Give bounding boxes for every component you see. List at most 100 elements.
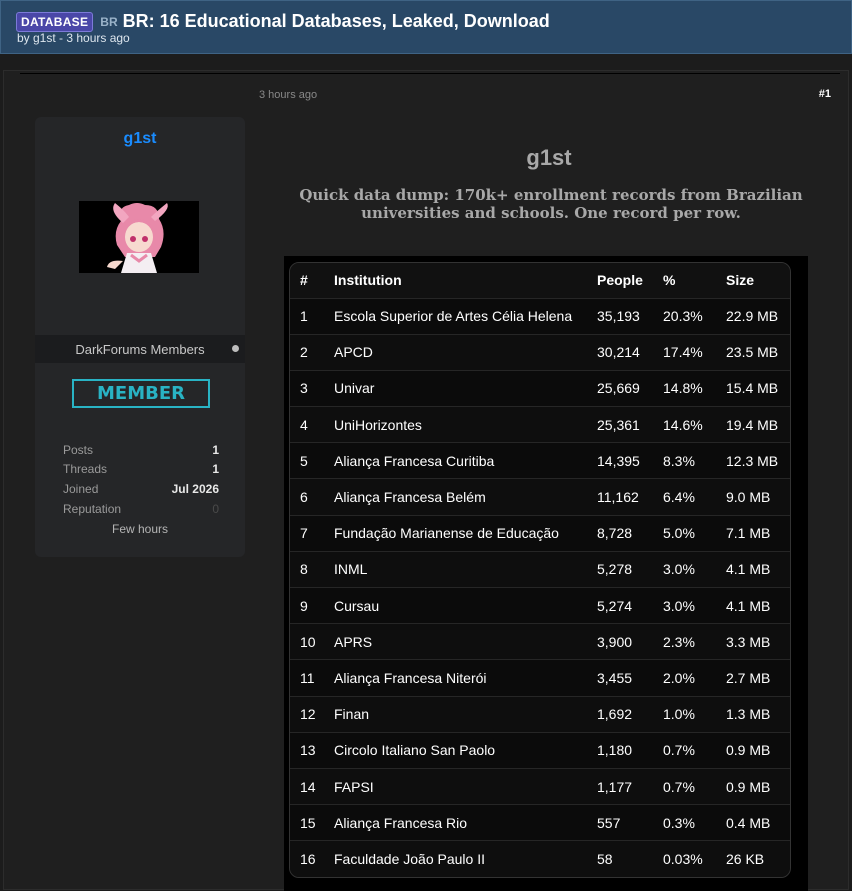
table-row: 5 Aliança Francesa Curitiba 14,395 8.3% 12.3…	[290, 442, 790, 479]
cell-institution: Aliança Francesa Rio	[324, 804, 587, 841]
cell-people: 3,455	[587, 659, 653, 697]
cell-percent: 8.3%	[653, 442, 716, 479]
col-header-size: Size	[716, 263, 790, 298]
table-row: 15 Aliança Francesa Rio 557 0.3% 0.4 MB	[290, 804, 790, 841]
cell-number: 2	[290, 333, 324, 371]
user-group: DarkForums Members	[75, 342, 205, 357]
last-seen: Few hours	[111, 522, 169, 536]
avatar[interactable]	[79, 201, 199, 273]
table-row: 4 UniHorizontes 25,361 14.6% 19.4 MB	[290, 406, 790, 443]
table-row: 11 Aliança Francesa Niterói 3,455 2.0% 2.7 M…	[290, 659, 790, 697]
stat-value: Jul 2026	[171, 482, 219, 496]
stat-threads: Threads 1	[63, 462, 219, 476]
post-heading: g1st	[526, 145, 572, 170]
cell-people: 30,214	[587, 333, 653, 371]
cell-people: 25,669	[587, 369, 653, 407]
cell-number: 16	[290, 840, 324, 877]
author-card: g1st DarkForums Members MEMBER Posts 1 T…	[35, 117, 245, 557]
cell-size: 23.5 MB	[716, 333, 790, 371]
cell-size: 1.3 MB	[716, 695, 790, 733]
cell-number: 7	[290, 514, 324, 552]
table-row: 9 Cursau 5,274 3.0% 4.1 MB	[290, 586, 790, 624]
cell-number: 13	[290, 731, 324, 769]
cell-people: 14,395	[587, 442, 653, 479]
stat-reputation: Reputation 0	[63, 502, 219, 516]
cell-institution: Cursau	[324, 586, 587, 624]
table-row: 10 APRS 3,900 2.3% 3.3 MB	[290, 623, 790, 660]
stat-value[interactable]: 1	[212, 462, 219, 476]
cell-size: 4.1 MB	[716, 586, 790, 624]
table-row: 16 Faculdade João Paulo II 58 0.03% 26 KB	[290, 840, 790, 877]
cell-percent: 5.0%	[653, 514, 716, 552]
cell-institution: INML	[324, 550, 587, 588]
table-row: 3 Univar 25,669 14.8% 15.4 MB	[290, 369, 790, 407]
cell-size: 0.9 MB	[716, 731, 790, 769]
thread-byline: by g1st - 3 hours ago	[17, 31, 130, 45]
post-description: Quick data dump: 170k+ enrollment record…	[299, 186, 803, 222]
cell-number: 15	[290, 804, 324, 841]
thread-header: DATABASE BR BR: 16 Educational Databases…	[0, 0, 852, 54]
stat-joined: Joined Jul 2026	[63, 482, 219, 496]
cell-number: 14	[290, 767, 324, 805]
avatar-anime-girl-icon	[79, 201, 199, 273]
cell-institution: UniHorizontes	[324, 406, 587, 443]
cell-institution: Fundação Marianense de Educação	[324, 514, 587, 552]
cell-percent: 14.6%	[653, 406, 716, 443]
cell-people: 58	[587, 840, 653, 877]
cell-number: 8	[290, 550, 324, 588]
cell-percent: 2.0%	[653, 659, 716, 697]
stat-label: Posts	[63, 443, 94, 457]
cell-people: 1,692	[587, 695, 653, 733]
col-header-people: People	[587, 263, 653, 298]
cell-people: 8,728	[587, 514, 653, 552]
thread-title: BR: 16 Educational Databases, Leaked, Do…	[122, 11, 550, 31]
table-row: 14 FAPSI 1,177 0.7% 0.9 MB	[290, 767, 790, 805]
cell-size: 0.4 MB	[716, 804, 790, 841]
col-header-institution: Institution	[324, 263, 587, 298]
cell-people: 1,180	[587, 731, 653, 769]
table-row: 6 Aliança Francesa Belém 11,162 6.4% 9.0 MB	[290, 478, 790, 516]
prefix-tag[interactable]: DATABASE	[16, 11, 94, 32]
data-table: # Institution People % Size 1 Escola Supe…	[290, 263, 790, 877]
cell-people: 1,177	[587, 767, 653, 805]
cell-size: 2.7 MB	[716, 659, 790, 697]
stat-value[interactable]: 0	[212, 502, 219, 516]
author-username[interactable]: g1st	[35, 130, 245, 148]
cell-size: 19.4 MB	[716, 406, 790, 443]
cell-number: 12	[290, 695, 324, 733]
stat-label: Joined	[63, 482, 99, 496]
cell-people: 25,361	[587, 406, 653, 443]
post-time: 3 hours ago	[259, 89, 318, 101]
cell-percent: 3.0%	[653, 550, 716, 588]
table-row: 13 Circolo Italiano San Paolo 1,180 0.7% 0.9…	[290, 731, 790, 769]
table-row: 8 INML 5,278 3.0% 4.1 MB	[290, 550, 790, 588]
country-tag: BR	[100, 14, 118, 29]
cell-institution: Faculdade João Paulo II	[324, 840, 587, 877]
cell-people: 3,900	[587, 623, 653, 660]
cell-people: 11,162	[587, 478, 653, 516]
cell-size: 3.3 MB	[716, 623, 790, 660]
stat-value[interactable]: 1	[212, 443, 219, 457]
online-status-icon	[232, 345, 239, 352]
post-permalink[interactable]: #1	[819, 88, 831, 100]
cell-institution: Circolo Italiano San Paolo	[324, 731, 587, 769]
cell-size: 12.3 MB	[716, 442, 790, 479]
cell-percent: 0.03%	[653, 840, 716, 877]
thread-title-line: DATABASE BR BR: 16 Educational Databases…	[16, 11, 550, 32]
cell-number: 4	[290, 406, 324, 443]
cell-number: 5	[290, 442, 324, 479]
table-row: 1 Escola Superior de Artes Célia Helena 35…	[290, 297, 790, 335]
post: 3 hours ago #1 g1st DarkForums Members M	[3, 70, 849, 891]
cell-institution: APCD	[324, 333, 587, 371]
stat-posts: Posts 1	[63, 443, 219, 457]
cell-institution: Finan	[324, 695, 587, 733]
cell-percent: 2.3%	[653, 623, 716, 660]
cell-percent: 0.3%	[653, 804, 716, 841]
stat-label: Reputation	[63, 502, 122, 516]
divider	[20, 73, 840, 74]
cell-people: 5,278	[587, 550, 653, 588]
cell-people: 5,274	[587, 586, 653, 624]
cell-percent: 0.7%	[653, 767, 716, 805]
cell-institution: APRS	[324, 623, 587, 660]
cell-size: 22.9 MB	[716, 297, 790, 335]
